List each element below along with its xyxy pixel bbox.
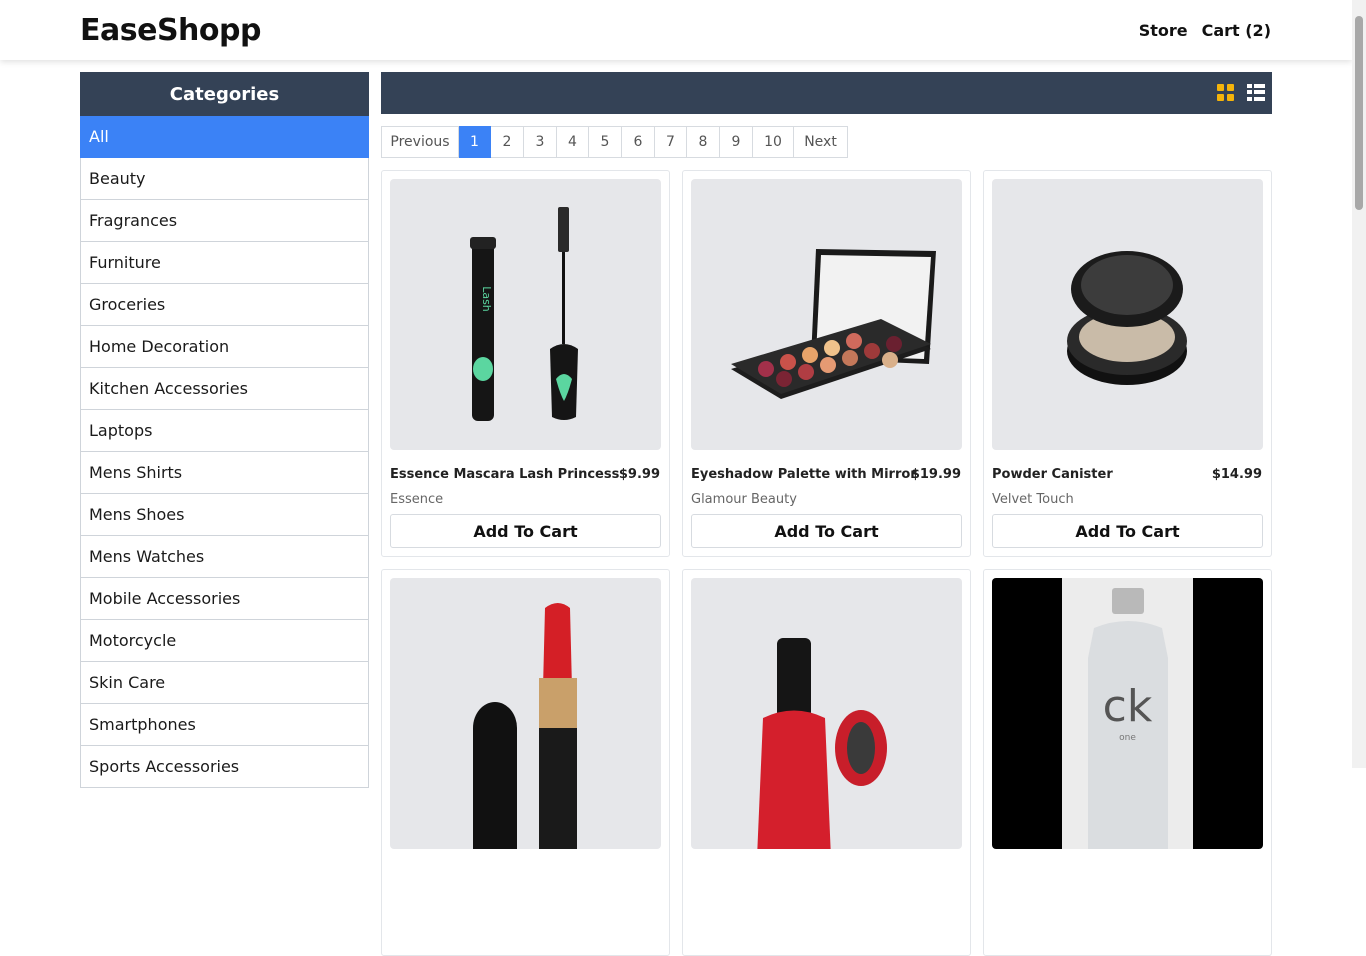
page-2-button[interactable]: 2	[491, 126, 524, 158]
product-card[interactable]: Lash Essence Mascara Lash Princess $9.99…	[381, 170, 670, 557]
category-fragrances[interactable]: Fragrances	[80, 200, 369, 242]
product-card[interactable]: Eyeshadow Palette with Mirror $19.99 Gla…	[682, 170, 971, 557]
pagination-next[interactable]: Next	[794, 126, 848, 158]
page-3-button[interactable]: 3	[524, 126, 557, 158]
category-mobile-accessories[interactable]: Mobile Accessories	[80, 578, 369, 620]
category-mens-shoes[interactable]: Mens Shoes	[80, 494, 369, 536]
product-card[interactable]	[381, 569, 670, 956]
category-groceries[interactable]: Groceries	[80, 284, 369, 326]
page-8-button[interactable]: 8	[687, 126, 720, 158]
product-image-lipstick[interactable]	[390, 578, 661, 849]
product-image-mascara[interactable]: Lash	[390, 179, 661, 450]
category-motorcycle[interactable]: Motorcycle	[80, 620, 369, 662]
product-card[interactable]: Powder Canister $14.99 Velvet Touch Add …	[983, 170, 1272, 557]
grid-view-icon[interactable]	[1217, 84, 1234, 101]
product-brand: Velvet Touch	[992, 492, 1074, 507]
nav-store-link[interactable]: Store	[1139, 21, 1188, 40]
category-laptops[interactable]: Laptops	[80, 410, 369, 452]
product-brand: Glamour Beauty	[691, 492, 797, 507]
product-image-eyeshadow-palette[interactable]	[691, 179, 962, 450]
category-mens-watches[interactable]: Mens Watches	[80, 536, 369, 578]
svg-text:Lash: Lash	[480, 286, 493, 312]
brand-logo[interactable]: EaseShopp	[80, 13, 261, 48]
pagination: Previous 1 2 3 4 5 6 7 8 9 10 Next	[381, 126, 848, 158]
category-all[interactable]: All	[80, 116, 369, 158]
page-7-button[interactable]: 7	[655, 126, 687, 158]
product-price: $19.99	[910, 467, 961, 482]
category-furniture[interactable]: Furniture	[80, 242, 369, 284]
product-image-powder-canister[interactable]	[992, 179, 1263, 450]
page-10-button[interactable]: 10	[753, 126, 794, 158]
view-toolbar	[381, 72, 1272, 114]
product-image-nail-polish[interactable]	[691, 578, 962, 849]
product-price: $9.99	[618, 467, 660, 482]
category-mens-shirts[interactable]: Mens Shirts	[80, 452, 369, 494]
product-image-perfume-bottle[interactable]: ck one	[992, 578, 1263, 849]
category-beauty[interactable]: Beauty	[80, 158, 369, 200]
product-price: $14.99	[1211, 467, 1262, 482]
page-1-button[interactable]: 1	[459, 126, 491, 158]
page-6-button[interactable]: 6	[622, 126, 655, 158]
scrollbar-thumb[interactable]	[1355, 16, 1363, 210]
category-kitchen-accessories[interactable]: Kitchen Accessories	[80, 368, 369, 410]
product-name[interactable]: Powder Canister	[992, 467, 1113, 482]
product-name[interactable]: Essence Mascara Lash Princess	[390, 467, 619, 482]
add-to-cart-button[interactable]: Add To Cart	[390, 514, 661, 548]
perfume-brand-label: ck	[1102, 681, 1153, 732]
perfume-subtitle-label: one	[1119, 733, 1136, 743]
product-card[interactable]	[682, 569, 971, 956]
product-name[interactable]: Eyeshadow Palette with Mirror	[691, 467, 917, 482]
top-nav: Store Cart (2)	[1139, 21, 1271, 40]
category-skin-care[interactable]: Skin Care	[80, 662, 369, 704]
product-card[interactable]: ck one	[983, 569, 1272, 956]
product-brand: Essence	[390, 492, 444, 507]
categories-title: Categories	[80, 72, 369, 116]
product-area: Previous 1 2 3 4 5 6 7 8 9 10 Next Lash	[381, 72, 1272, 956]
category-home-decoration[interactable]: Home Decoration	[80, 326, 369, 368]
page-9-button[interactable]: 9	[720, 126, 753, 158]
category-sports-accessories[interactable]: Sports Accessories	[80, 746, 369, 788]
page-4-button[interactable]: 4	[557, 126, 589, 158]
add-to-cart-button[interactable]: Add To Cart	[992, 514, 1263, 548]
nav-cart-link[interactable]: Cart (2)	[1202, 21, 1271, 40]
add-to-cart-button[interactable]: Add To Cart	[691, 514, 962, 548]
categories-sidebar: Categories All Beauty Fragrances Furnitu…	[80, 72, 369, 788]
top-navbar: EaseShopp Store Cart (2)	[0, 0, 1352, 60]
list-view-icon[interactable]	[1247, 84, 1265, 101]
pagination-previous[interactable]: Previous	[381, 126, 459, 158]
page-5-button[interactable]: 5	[589, 126, 622, 158]
category-smartphones[interactable]: Smartphones	[80, 704, 369, 746]
page-scrollbar[interactable]	[1352, 0, 1366, 768]
